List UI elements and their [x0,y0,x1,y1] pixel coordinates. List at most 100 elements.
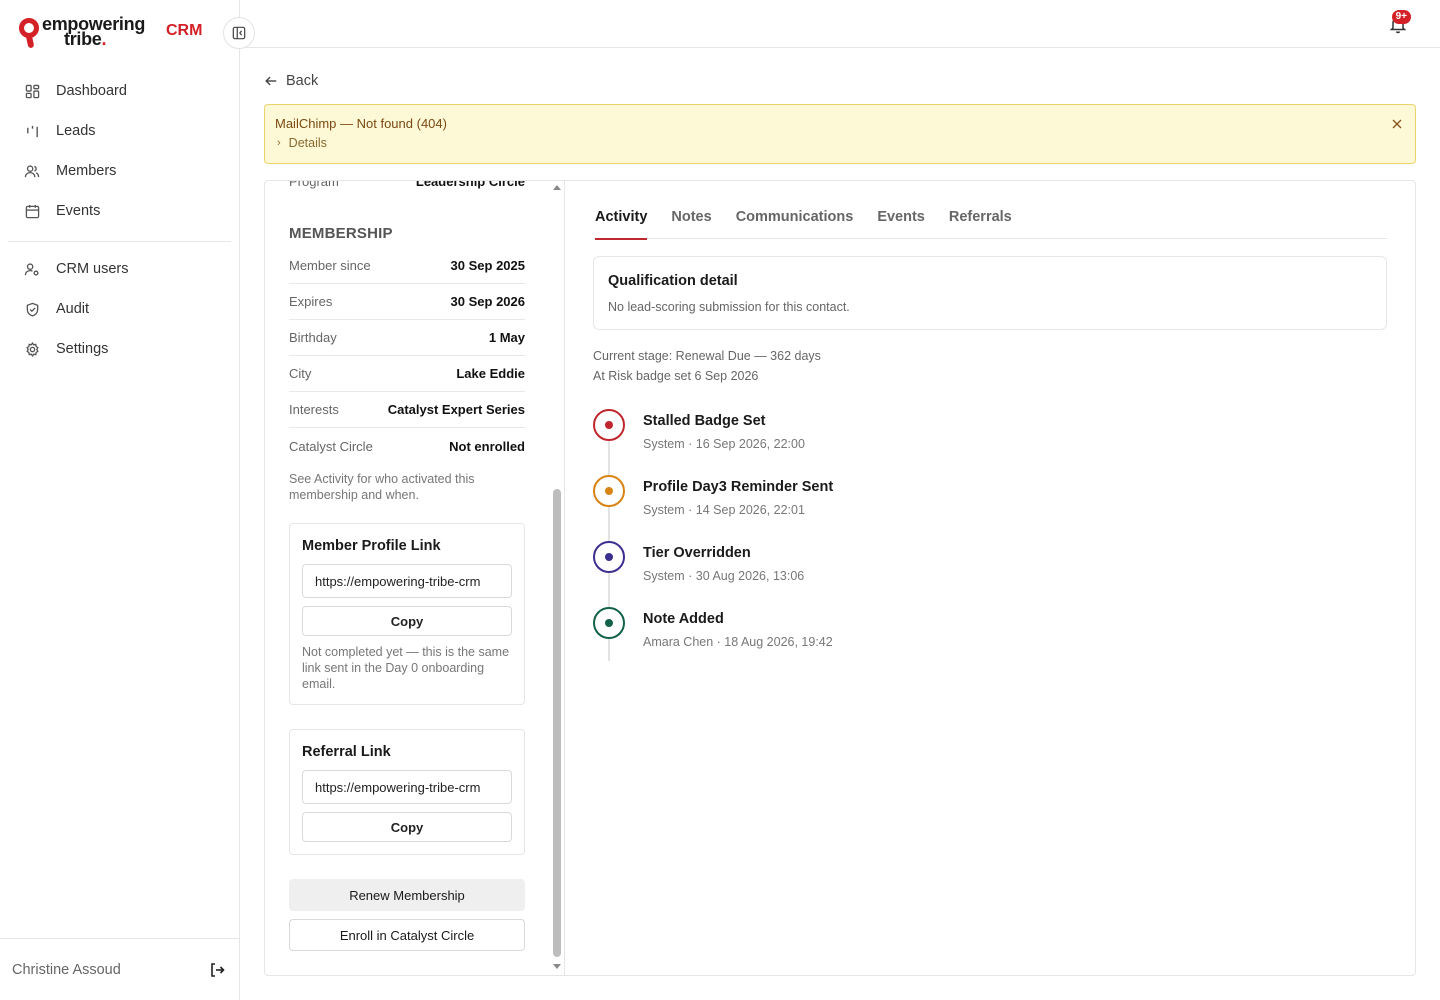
members-icon [24,163,40,179]
member-profile-link-note: Not completed yet — this is the same lin… [302,645,510,691]
member-profile-link-box: Member Profile Link Copy Not completed y… [289,523,525,705]
scroll-up-arrow-icon[interactable] [553,185,561,190]
current-stage-text: Current stage: Renewal Due — 362 days [593,349,821,363]
notification-count-badge: 9+ [1391,10,1411,24]
user-gear-icon [24,261,40,277]
alert-details-toggle[interactable]: › Details [277,136,327,150]
panel-collapse-icon [232,26,246,40]
program-row: Program Leadership Circle [289,181,525,193]
sidebar-item-label: Events [56,203,101,219]
row-label: Program [289,181,339,189]
timeline-item: Tier Overridden System · 30 Aug 2026, 13… [593,541,1293,607]
arrow-left-icon [264,74,278,88]
sidebar-item-label: CRM users [56,261,129,277]
brand-line-2: tribe [64,29,102,49]
timeline-dot-icon [593,607,625,639]
shield-icon [24,301,40,317]
tab-communications[interactable]: Communications [736,209,854,239]
back-link[interactable]: Back [264,73,318,89]
membership-section-title: MEMBERSHIP [289,225,393,242]
error-alert: MailChimp — Not found (404) › Details [264,104,1416,164]
tab-referrals[interactable]: Referrals [949,209,1012,239]
timeline-item: Stalled Badge Set System · 16 Sep 2026, … [593,409,1293,475]
back-label: Back [286,73,319,89]
sidebar-footer: Christine Assoud [0,938,239,1000]
referral-link-input[interactable] [302,770,512,804]
sidebar: empowering tribe. CRM Dashboard Leads Me… [0,0,240,1000]
member-since-row: Member since 30 Sep 2025 [289,248,525,284]
qualification-text: No lead-scoring submission for this cont… [608,300,850,314]
scroll-thumb[interactable] [553,489,561,957]
city-row: City Lake Eddie [289,356,525,392]
row-label: City [289,366,312,381]
row-label: Expires [289,294,333,309]
catalyst-circle-row: Catalyst Circle Not enrolled [289,428,525,464]
member-profile-link-input[interactable] [302,564,512,598]
timeline-item-meta: System · 16 Sep 2026, 22:00 [643,437,805,451]
sidebar-item-label: Members [56,163,117,179]
timeline-dot-icon [593,475,625,507]
sidebar-item-events[interactable]: Events [8,191,231,231]
profile-scrollbar[interactable] [551,181,563,975]
brand-logo[interactable]: empowering tribe. [18,14,145,50]
app-root: empowering tribe. CRM Dashboard Leads Me… [0,0,1440,1000]
brand-suffix: CRM [166,22,203,39]
copy-member-profile-link-button[interactable]: Copy [302,606,512,636]
sidebar-item-leads[interactable]: Leads [8,111,231,151]
tab-activity[interactable]: Activity [595,209,648,240]
profile-panel[interactable]: Program Leadership Circle MEMBERSHIP Mem… [265,181,565,975]
tab-notes[interactable]: Notes [671,209,711,239]
qualification-detail-card: Qualification detail No lead-scoring sub… [593,256,1387,330]
close-icon[interactable] [1389,116,1405,132]
current-user-name: Christine Assoud [12,961,121,978]
brand-pin-icon [18,16,40,49]
copy-referral-link-button[interactable]: Copy [302,812,512,842]
birthday-row: Birthday 1 May [289,320,525,356]
sidebar-divider [8,241,231,242]
row-value: 30 Sep 2026 [450,294,525,309]
row-value: Catalyst Expert Series [387,402,525,417]
row-label: Interests [289,402,339,417]
timeline-item-title: Note Added [643,611,724,627]
expires-row: Expires 30 Sep 2026 [289,284,525,320]
row-label: Member since [289,258,371,273]
sidebar-item-members[interactable]: Members [8,151,231,191]
timeline-item: Profile Day3 Reminder Sent System · 14 S… [593,475,1293,541]
activity-panel: Activity Notes Communications Events Ref… [565,181,1415,975]
qualification-title: Qualification detail [608,273,738,289]
timeline-dot-icon [593,409,625,441]
leads-icon [24,123,40,139]
activity-timeline: Stalled Badge Set System · 16 Sep 2026, … [593,409,1293,673]
contact-detail-card: Program Leadership Circle MEMBERSHIP Mem… [264,180,1416,976]
renew-membership-button[interactable]: Renew Membership [289,879,525,911]
sidebar-item-dashboard[interactable]: Dashboard [8,71,231,111]
sidebar-collapse-button[interactable] [223,17,255,49]
sidebar-item-crm-users[interactable]: CRM users [8,249,231,289]
logout-icon[interactable] [207,960,227,980]
detail-tabs: Activity Notes Communications Events Ref… [595,209,1387,240]
sidebar-item-label: Settings [56,341,109,357]
row-label: Catalyst Circle [289,438,373,454]
sidebar-item-audit[interactable]: Audit [8,289,231,329]
alert-title: MailChimp — Not found (404) [275,116,447,131]
brand-wordmark: empowering tribe. [42,14,146,49]
enroll-catalyst-circle-button[interactable]: Enroll in Catalyst Circle [289,919,525,951]
membership-details-list: Member since 30 Sep 2025 Expires 30 Sep … [289,248,525,464]
row-value: 30 Sep 2025 [450,258,525,273]
timeline-item-title: Stalled Badge Set [643,413,766,429]
sidebar-item-settings[interactable]: Settings [8,329,231,369]
row-value: Lake Eddie [456,366,525,381]
alert-details-label: Details [288,136,327,150]
at-risk-badge-text: At Risk badge set 6 Sep 2026 [593,369,759,383]
sidebar-nav: Dashboard Leads Members Events CRM users… [8,71,231,369]
dashboard-icon [24,83,40,99]
sidebar-item-label: Dashboard [56,83,127,99]
sidebar-item-label: Leads [56,123,96,139]
topbar: 9+ [240,0,1440,48]
row-value: Not enrolled [449,438,525,454]
scroll-down-arrow-icon[interactable] [553,964,561,969]
row-value: Leadership Circle [415,181,525,189]
tab-events[interactable]: Events [877,209,925,239]
timeline-item: Note Added Amara Chen · 18 Aug 2026, 19:… [593,607,1293,673]
timeline-item-meta: System · 30 Aug 2026, 13:06 [643,569,805,583]
